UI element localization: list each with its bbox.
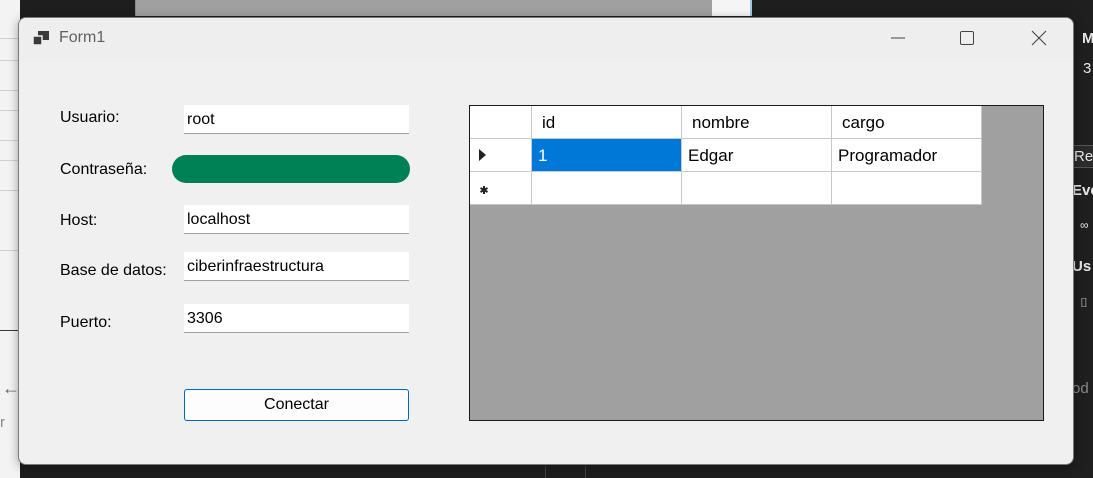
grid-column-header-id[interactable]: id <box>532 106 682 139</box>
windows-form-icon <box>32 31 49 46</box>
grid-cell-cargo[interactable]: Programador <box>832 139 982 172</box>
grid-row-header[interactable] <box>470 139 532 172</box>
current-row-arrow-icon <box>479 149 486 161</box>
background-text: Eve <box>1072 182 1093 199</box>
close-button[interactable] <box>1016 18 1062 58</box>
grid-new-row-header[interactable] <box>470 172 532 205</box>
minimize-icon <box>891 37 905 39</box>
maximize-icon <box>960 31 974 45</box>
background-properties-panel: M 3 Re Eve ∞ Us ⌷ od <box>1072 0 1093 478</box>
host-label: Host: <box>60 212 98 229</box>
base-de-datos-input[interactable] <box>184 252 409 281</box>
background-text: M <box>1082 30 1093 47</box>
minimize-button[interactable] <box>875 18 921 58</box>
grid-cell-nombre[interactable]: Edgar <box>682 139 832 172</box>
host-input[interactable] <box>184 205 409 234</box>
usuario-label: Usuario: <box>60 109 120 126</box>
background-text: 3 <box>1083 60 1092 77</box>
background-panel <box>712 0 752 16</box>
background-text: r <box>0 414 5 431</box>
grid-column-header-cargo[interactable]: cargo <box>832 106 982 139</box>
background-text: ⌷ <box>1080 295 1088 310</box>
conectar-button[interactable]: Conectar <box>184 389 409 421</box>
background-divider <box>585 466 586 478</box>
grid-new-row-cell[interactable] <box>682 172 832 205</box>
form1-window: Form1 Usuario: Contraseña: Host: Base de… <box>18 17 1074 465</box>
grid-corner-header[interactable] <box>470 106 532 139</box>
grid-new-row-cell[interactable] <box>832 172 982 205</box>
base-de-datos-label: Base de datos: <box>60 262 167 279</box>
new-row-asterisk-icon <box>480 186 488 194</box>
contrasena-input[interactable] <box>172 155 410 183</box>
background-text: Us <box>1072 258 1092 275</box>
background-text: Re <box>1072 145 1093 168</box>
usuario-input[interactable] <box>184 105 409 134</box>
window-title: Form1 <box>59 29 106 46</box>
background-text: od <box>1072 380 1089 397</box>
maximize-button[interactable] <box>944 18 990 58</box>
background-divider <box>545 466 546 478</box>
puerto-input[interactable] <box>184 304 409 333</box>
puerto-label: Puerto: <box>60 314 112 331</box>
background-window-left <box>0 0 20 478</box>
close-icon <box>1031 30 1047 46</box>
data-grid[interactable]: id nombre cargo 1 Edgar Programador <box>469 105 1044 421</box>
grid-cell-id[interactable]: 1 <box>532 139 682 172</box>
title-bar[interactable]: Form1 <box>19 18 1073 61</box>
contrasena-label: Contraseña: <box>60 161 148 178</box>
grid-column-header-nombre[interactable]: nombre <box>682 106 832 139</box>
grid-new-row-cell[interactable] <box>532 172 682 205</box>
background-text: ∞ <box>1080 218 1089 232</box>
background-panel <box>135 0 714 16</box>
